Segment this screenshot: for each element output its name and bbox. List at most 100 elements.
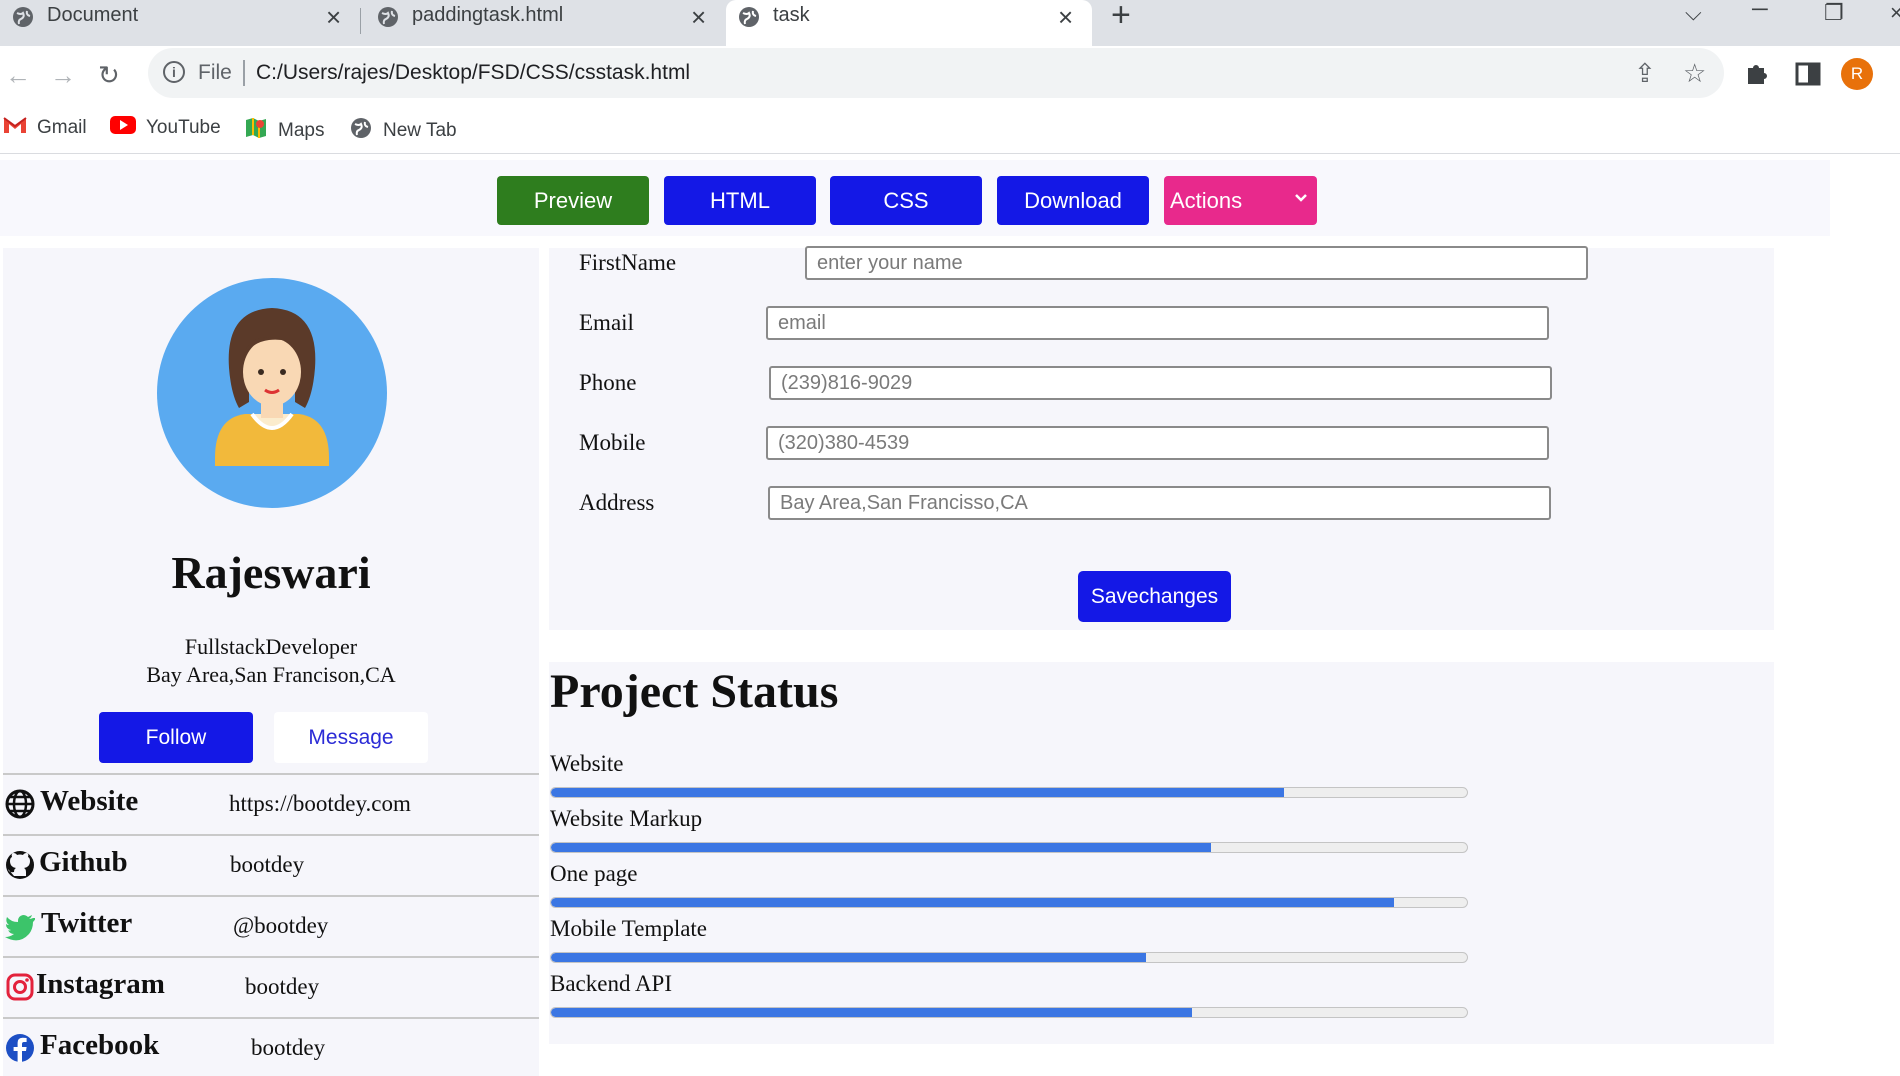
- progress-fill: [551, 898, 1394, 907]
- bookmark-label: Gmail: [37, 117, 87, 138]
- phone-label: Phone: [579, 370, 637, 395]
- tab-title: Document: [47, 4, 139, 26]
- minimize-icon[interactable]: ─: [1752, 0, 1768, 22]
- globe-icon: [349, 116, 373, 146]
- firstname-label: FirstName: [579, 250, 677, 275]
- gmail-icon: [3, 116, 27, 140]
- bookmark-new-tab[interactable]: New Tab: [349, 116, 457, 146]
- profile-avatar-chip[interactable]: R: [1841, 58, 1873, 90]
- social-link[interactable]: https://bootdey.com: [229, 791, 411, 817]
- social-row-twitter: Twitter @bootdey: [3, 895, 539, 956]
- info-icon[interactable]: i: [163, 61, 185, 83]
- tab-task[interactable]: task ×: [726, 0, 1092, 46]
- social-row-github: Github bootdey: [3, 834, 539, 895]
- share-icon[interactable]: ⇪: [1634, 58, 1656, 89]
- tab-search-chevron-icon[interactable]: ⌵: [1685, 0, 1702, 26]
- tab-title: paddingtask.html: [412, 4, 564, 26]
- facebook-icon: [5, 1033, 35, 1063]
- progress-track: [550, 952, 1468, 963]
- address-input[interactable]: Bay Area,San Francisso,CA: [768, 486, 1551, 520]
- mobile-label: Mobile: [579, 430, 646, 455]
- progress-fill: [551, 843, 1211, 852]
- follow-button[interactable]: Follow: [99, 712, 253, 763]
- address-scheme-label: File: [198, 61, 232, 84]
- profile-location: Bay Area,San Francison,CA: [146, 662, 396, 687]
- progress-label: One page: [550, 861, 638, 886]
- window-close-icon[interactable]: ×: [1890, 0, 1900, 26]
- bookmark-gmail[interactable]: Gmail: [3, 116, 87, 140]
- progress-track: [550, 897, 1468, 908]
- github-icon: [5, 850, 35, 880]
- progress-track: [550, 842, 1468, 853]
- restore-icon[interactable]: ❐: [1824, 0, 1844, 26]
- youtube-icon: [110, 116, 136, 140]
- social-link[interactable]: bootdey: [230, 852, 304, 878]
- bookmark-youtube[interactable]: YouTube: [110, 116, 221, 140]
- profile-role: FullstackDeveloper: [184, 634, 358, 659]
- close-icon[interactable]: ×: [326, 2, 341, 33]
- preview-button[interactable]: Preview: [497, 176, 649, 225]
- profile-avatar: [157, 278, 387, 508]
- globe-icon: [11, 3, 35, 49]
- download-button[interactable]: Download: [997, 176, 1149, 225]
- project-status-card: [549, 662, 1774, 1044]
- close-icon[interactable]: ×: [1058, 2, 1073, 33]
- actions-dropdown[interactable]: Actions: [1164, 176, 1317, 225]
- tab-divider: [360, 8, 361, 34]
- twitter-icon: [5, 911, 36, 941]
- social-link[interactable]: @bootdey: [233, 913, 328, 939]
- bookmark-label: New Tab: [383, 120, 457, 141]
- tab-document[interactable]: Document ×: [0, 0, 358, 46]
- side-panel-icon[interactable]: [1795, 58, 1821, 95]
- progress-fill: [551, 788, 1284, 797]
- css-button[interactable]: CSS: [830, 176, 982, 225]
- address-url[interactable]: C:/Users/rajes/Desktop/FSD/CSS/csstask.h…: [256, 61, 690, 85]
- save-changes-button[interactable]: Savechanges: [1078, 571, 1231, 622]
- profile-name: Rajeswari: [171, 547, 371, 598]
- firstname-input[interactable]: enter your name: [805, 246, 1588, 280]
- social-name: Facebook: [40, 1029, 160, 1061]
- maps-icon: [244, 116, 268, 146]
- instagram-icon: [5, 972, 35, 1002]
- social-row-facebook: Facebook bootdey: [3, 1017, 539, 1076]
- globe-icon: [376, 3, 400, 49]
- new-tab-plus-icon[interactable]: +: [1111, 0, 1131, 32]
- bookmark-maps[interactable]: Maps: [244, 116, 324, 146]
- phone-input[interactable]: (239)816-9029: [769, 366, 1552, 400]
- progress-label: Website: [550, 751, 624, 776]
- social-name: Twitter: [41, 907, 133, 939]
- progress-label: Backend API: [550, 971, 673, 996]
- email-label: Email: [579, 310, 634, 335]
- html-button[interactable]: HTML: [664, 176, 816, 225]
- social-row-instagram: Instagram bootdey: [3, 956, 539, 1017]
- actions-label: Actions: [1170, 187, 1243, 213]
- progress-label: Website Markup: [550, 806, 703, 831]
- bookmark-star-icon[interactable]: ☆: [1683, 58, 1706, 89]
- progress-label: Mobile Template: [550, 916, 708, 941]
- forward-arrow-icon[interactable]: →: [50, 60, 76, 91]
- social-name: Instagram: [36, 968, 165, 1000]
- progress-track: [550, 787, 1468, 798]
- extensions-puzzle-icon[interactable]: [1744, 58, 1770, 95]
- bookmark-label: Maps: [278, 120, 325, 141]
- email-input[interactable]: email: [766, 306, 1549, 340]
- chevron-down-icon: [1293, 190, 1309, 211]
- social-row-website: Website https://bootdey.com: [3, 773, 539, 834]
- globe-icon: [737, 3, 761, 49]
- social-link[interactable]: bootdey: [245, 974, 319, 1000]
- bookmark-label: YouTube: [146, 117, 221, 138]
- tab-paddingtask[interactable]: paddingtask.html ×: [365, 0, 723, 46]
- globe-icon: [5, 789, 35, 819]
- social-link[interactable]: bootdey: [251, 1035, 325, 1061]
- progress-track: [550, 1007, 1468, 1018]
- close-icon[interactable]: ×: [691, 2, 706, 33]
- message-button[interactable]: Message: [274, 712, 428, 763]
- progress-fill: [551, 953, 1147, 962]
- progress-fill: [551, 1008, 1193, 1017]
- address-label: Address: [579, 490, 655, 515]
- project-status-title: Project Status: [550, 665, 839, 718]
- reload-icon[interactable]: ↻: [98, 60, 120, 91]
- back-arrow-icon[interactable]: ←: [5, 60, 31, 91]
- mobile-input[interactable]: (320)380-4539: [766, 426, 1549, 460]
- social-name: Website: [40, 785, 139, 817]
